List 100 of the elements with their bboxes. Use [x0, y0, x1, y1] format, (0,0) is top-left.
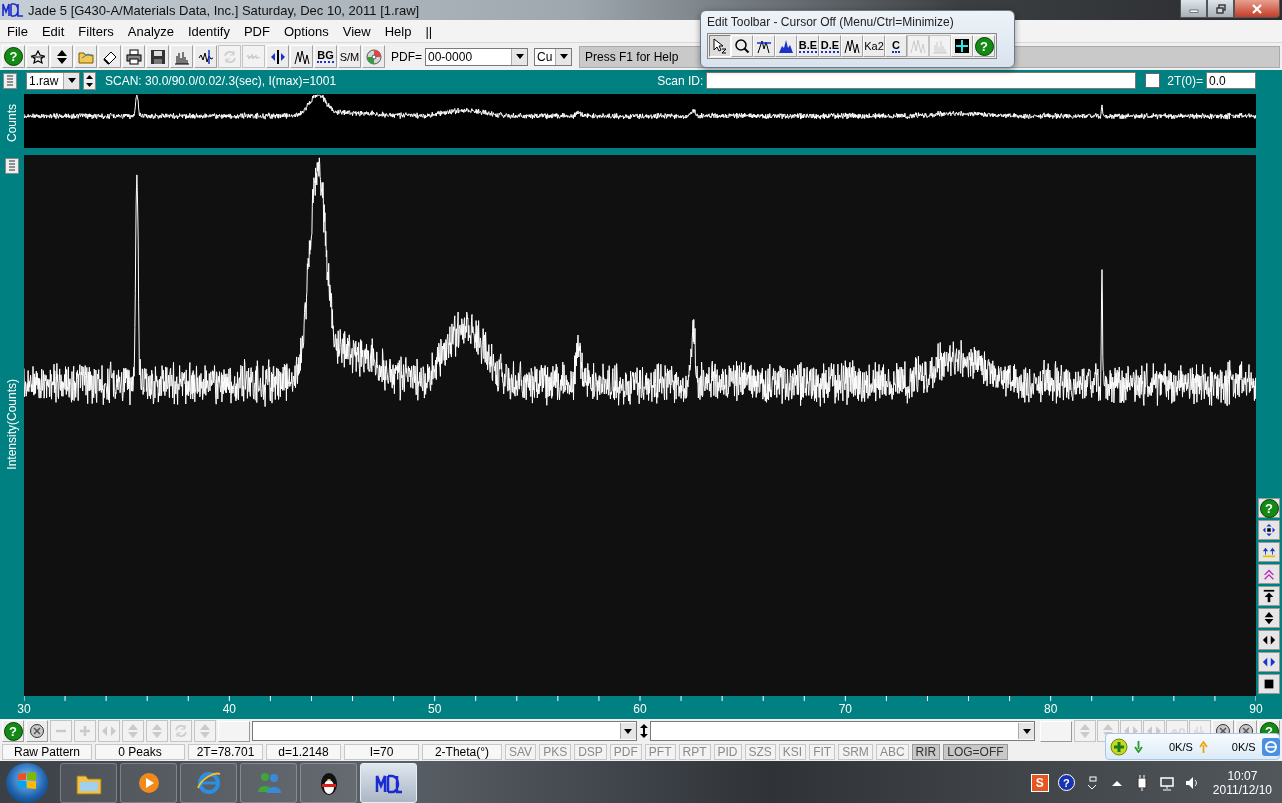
- axis-label: Counts: [5, 104, 19, 142]
- side-tool-button[interactable]: [1258, 630, 1280, 650]
- left-right-arrows-icon: [101, 723, 117, 739]
- search-icon: [734, 38, 750, 54]
- help-button[interactable]: ?: [2, 720, 24, 742]
- restore-icon: [1214, 3, 1227, 14]
- axis-tick-label: 70: [838, 702, 852, 716]
- combo-field[interactable]: [251, 721, 637, 741]
- network-icon[interactable]: [1158, 774, 1175, 791]
- toolbar-button[interactable]: [709, 35, 731, 57]
- offset-label: 2T(0)=: [1167, 73, 1203, 88]
- up-down-arrows-icon: [197, 723, 213, 739]
- logo-icon: [2, 2, 24, 18]
- status-field: Raw Pattern: [2, 744, 92, 760]
- menu-item[interactable]: Edit: [34, 23, 72, 39]
- up-arrows-icon: [1262, 545, 1276, 559]
- restore-button[interactable]: [1207, 0, 1234, 18]
- menu-item[interactable]: Options: [276, 23, 336, 39]
- up-arrow-icon: [1262, 589, 1276, 603]
- grip-handle[interactable]: [5, 158, 19, 174]
- axis-label: Intensity(Counts): [5, 379, 19, 470]
- arrows-icon: [269, 48, 286, 65]
- plus-icon[interactable]: [1110, 737, 1128, 756]
- pdf-label: PDF=: [390, 49, 423, 64]
- status-field: 0 Peaks: [95, 744, 185, 760]
- toolbar-button[interactable]: D.E: [819, 35, 841, 57]
- side-tool-button[interactable]: [1258, 652, 1280, 672]
- menu-item[interactable]: Help: [377, 23, 419, 39]
- anode-dropdown[interactable]: Cu: [534, 47, 572, 66]
- help-button[interactable]: ?: [973, 35, 995, 57]
- combo-field[interactable]: [650, 721, 1036, 741]
- left-right-arrows-icon: [1262, 633, 1276, 647]
- menu-item[interactable]: File: [0, 23, 35, 39]
- peak-icon: [756, 38, 772, 54]
- scan-id-field[interactable]: [706, 72, 1137, 89]
- status-field: 2-Theta(°): [422, 744, 502, 760]
- scan-info: SCAN: 30.0/90.0/0.02/.3(sec), I(max)=1001: [105, 73, 337, 88]
- up-down-arrows-icon: [1262, 611, 1276, 625]
- start-button[interactable]: [6, 762, 48, 803]
- pdf-dropdown[interactable]: 00-0000: [425, 47, 528, 66]
- file-dropdown[interactable]: 1.raw: [26, 71, 80, 90]
- square-icon: [1262, 677, 1276, 691]
- toolbar-button[interactable]: BG: [314, 45, 337, 68]
- dropdown-arrow-icon: [624, 728, 633, 734]
- help-icon[interactable]: ?: [1057, 774, 1075, 791]
- side-tool-button[interactable]: [1258, 520, 1280, 540]
- toolbar-button[interactable]: Ka2: [863, 35, 885, 57]
- up-down-arrows-icon: [149, 723, 165, 739]
- blank-button[interactable]: [1040, 720, 1072, 742]
- refresh-icon: [173, 723, 189, 739]
- menu-item[interactable]: Analyze: [120, 23, 181, 39]
- status-field: I=70: [344, 744, 419, 760]
- up-down-arrows-icon: [1077, 723, 1093, 739]
- dropdown-arrow-icon: [1022, 728, 1031, 734]
- up-down-arrows-icon: [125, 723, 141, 739]
- minimize-button[interactable]: [1180, 0, 1207, 18]
- plus-icon: [77, 723, 93, 739]
- side-tool-button[interactable]: [1258, 608, 1280, 628]
- offset-checkbox[interactable]: [1145, 73, 1161, 88]
- dropdown-arrow-icon: [559, 54, 568, 59]
- help-button[interactable]: ?: [2, 45, 25, 68]
- axis-tick-label: 40: [222, 702, 236, 716]
- up-down-arrows-icon[interactable]: [638, 723, 649, 739]
- toolbar-button[interactable]: C: [885, 35, 907, 57]
- input-method-icon[interactable]: S: [1030, 773, 1049, 792]
- status-toggle[interactable]: RIR: [911, 744, 941, 760]
- dropdown-arrow-icon: [515, 54, 524, 59]
- toolbar-button[interactable]: S/M: [338, 45, 361, 68]
- clock-time: 10:07: [1227, 768, 1258, 783]
- close-button[interactable]: [1234, 0, 1280, 18]
- pointer-icon: [712, 38, 728, 54]
- menu-item[interactable]: PDF: [236, 23, 277, 39]
- close-icon: [1251, 3, 1263, 14]
- scan-id-label: Scan ID:: [657, 73, 704, 88]
- menu-item[interactable]: ||: [418, 23, 440, 39]
- arrows-icon: [1262, 523, 1276, 537]
- toolbar-button[interactable]: B.E: [797, 35, 819, 57]
- window-title: Jade 5 [G430-A/Materials Data, Inc.] Saturday, Dec 10, 2011 [1.raw]: [28, 2, 420, 18]
- bar-chart-icon: [932, 38, 948, 54]
- status-toggle[interactable]: LOG=OFF: [943, 744, 1008, 760]
- refresh-icon: [221, 48, 238, 65]
- menu-item[interactable]: Filters: [71, 23, 121, 39]
- menu-item[interactable]: View: [335, 23, 378, 39]
- help-button[interactable]: ?: [1258, 498, 1280, 518]
- upload-speed: 0K/S: [1231, 740, 1256, 753]
- save-icon: [149, 48, 166, 65]
- browser-icon[interactable]: [1261, 737, 1280, 756]
- menu-item[interactable]: Identify: [181, 23, 237, 39]
- blank-button[interactable]: [218, 720, 250, 742]
- side-tool-button[interactable]: [1258, 674, 1280, 694]
- peaks-icon: [844, 38, 860, 54]
- down-arrow-icon: [1134, 740, 1143, 753]
- side-tool-button[interactable]: [1258, 586, 1280, 606]
- axis-tick-label: 60: [633, 702, 647, 716]
- clock-date: 2011/12/10: [1212, 782, 1272, 797]
- spinner[interactable]: [83, 71, 96, 90]
- offset-field[interactable]: 0.0: [1206, 72, 1256, 89]
- grip-handle[interactable]: [3, 72, 17, 89]
- taskbar-button[interactable]: [360, 762, 417, 803]
- download-speed: 0K/S: [1169, 740, 1193, 753]
